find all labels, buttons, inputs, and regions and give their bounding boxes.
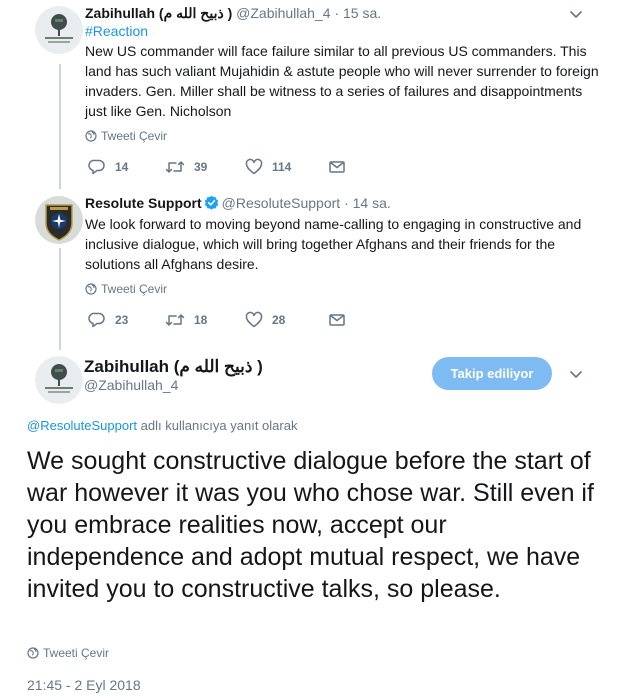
reply-button[interactable]: 23 [88,310,128,330]
translate-link[interactable]: Tweeti Çevir [85,282,167,296]
tweet-timestamp[interactable]: 21:45 - 2 Eyl 2018 [27,677,141,693]
like-count: 114 [272,160,292,174]
tweet-resolute-support[interactable]: Resolute Support @ResoluteSupport · 14 s… [0,190,618,345]
chevron-down-icon[interactable] [568,6,584,22]
like-button[interactable]: 114 [245,157,291,177]
retweet-icon [165,161,185,173]
retweet-icon [165,314,185,326]
retweet-button[interactable]: 39 [165,157,207,177]
mention-link[interactable]: @ResoluteSupport [27,418,137,433]
globe-icon [85,283,97,295]
author-handle[interactable]: @ResoluteSupport [222,195,341,211]
message-icon [329,161,345,173]
translate-label: Tweeti Çevir [101,129,168,143]
avatar[interactable] [35,196,83,244]
avatar[interactable] [35,356,83,404]
tweet-time[interactable]: 15 sa. [343,5,381,21]
retweet-count: 39 [194,160,208,174]
reply-icon [88,312,105,328]
author-name[interactable]: Zabihullah (ذبیح الله م ) [84,357,263,377]
separator-dot: · [344,195,349,211]
message-icon [329,314,345,326]
translate-link[interactable]: Tweeti Çevir [27,646,109,660]
tweet-text: We sought constructive dialogue before t… [27,447,594,603]
author-handle[interactable]: @Zabihullah_4 [236,5,330,21]
like-icon [245,158,263,175]
reply-count: 14 [115,160,129,174]
translate-link[interactable]: Tweeti Çevir [85,129,167,143]
translate-label: Tweeti Çevir [43,646,110,660]
hashtag-link[interactable]: #Reaction [85,21,600,41]
reply-button[interactable]: 14 [88,157,128,177]
like-count: 28 [272,313,286,327]
translate-label: Tweeti Çevir [101,282,168,296]
verified-badge-icon [204,195,218,210]
tweet-text: We look forward to moving beyond name-ca… [85,216,582,272]
author-handle[interactable]: @Zabihullah_4 [84,377,178,393]
following-button[interactable]: Takip ediliyor [432,357,552,390]
avatar[interactable] [35,6,83,54]
author-name[interactable]: Zabihullah (ذبیح الله م ) [85,5,232,21]
like-icon [245,311,263,328]
retweet-button[interactable]: 18 [165,310,207,330]
tweet-time[interactable]: 14 sa. [353,195,391,211]
reply-context-label: adlı kullanıcıya yanıt olarak [137,418,298,433]
reply-count: 23 [115,313,129,327]
reply-context: @ResoluteSupport adlı kullanıcıya yanıt … [27,418,297,433]
direct-message-button[interactable] [328,157,355,177]
chevron-down-icon[interactable] [568,366,584,382]
author-name[interactable]: Resolute Support [85,195,202,211]
globe-icon [27,647,39,659]
retweet-count: 18 [194,313,208,327]
like-button[interactable]: 28 [245,310,285,330]
direct-message-button[interactable] [328,310,355,330]
separator-dot: · [334,5,340,21]
globe-icon [85,130,97,142]
reply-icon [88,159,105,175]
tweet-zabihullah-reaction[interactable]: Zabihullah (ذبیح الله م ) @Zabihullah_4 … [0,0,618,190]
tweet-text: New US commander will face failure simil… [85,43,599,119]
